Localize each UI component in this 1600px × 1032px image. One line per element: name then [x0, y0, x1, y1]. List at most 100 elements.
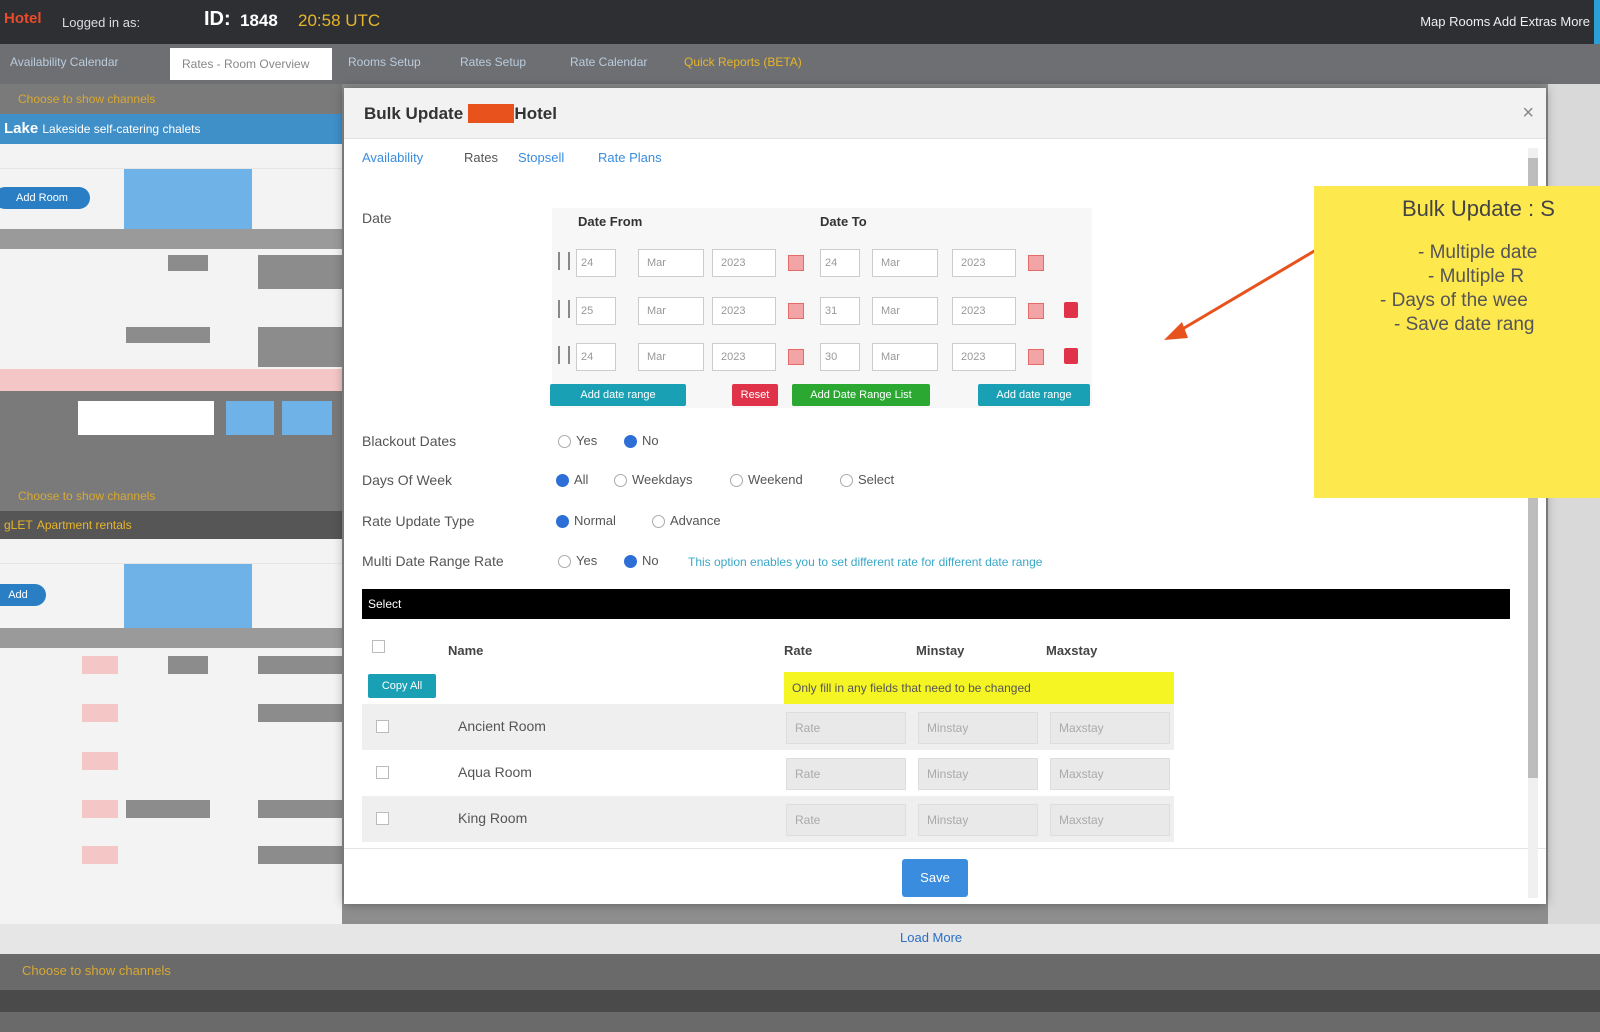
calendar-icon[interactable] — [1028, 303, 1044, 319]
filter-row — [0, 391, 342, 489]
from-day-select[interactable]: 25 — [576, 297, 616, 325]
rate-input[interactable]: Rate — [786, 758, 906, 790]
row-checkbox[interactable] — [376, 720, 389, 733]
from-month-select[interactable]: Mar — [638, 343, 704, 371]
calendar-icon[interactable] — [788, 255, 804, 271]
reset-button[interactable]: Reset — [732, 384, 778, 406]
dow-weekdays-radio[interactable] — [614, 474, 627, 487]
maxstay-input[interactable]: Maxstay — [1050, 804, 1170, 836]
rate-update-type-label: Rate Update Type — [362, 513, 475, 529]
dow-all-radio[interactable] — [556, 474, 569, 487]
calendar-icon[interactable] — [1028, 349, 1044, 365]
calendar-icon[interactable] — [1028, 255, 1044, 271]
filter-select[interactable] — [78, 401, 214, 435]
to-year-select[interactable]: 2023 — [952, 297, 1016, 325]
to-day-select[interactable]: 24 — [820, 249, 860, 277]
tab-rooms-setup[interactable]: Rooms Setup — [348, 55, 421, 69]
grid-cell — [82, 752, 118, 770]
rate-normal-radio[interactable] — [556, 515, 569, 528]
modal-title-prefix: Bulk Update — [364, 104, 464, 123]
blackout-yes-label: Yes — [576, 433, 598, 448]
table-row — [0, 144, 342, 169]
row-checkbox[interactable] — [376, 812, 389, 825]
maxstay-input[interactable]: Maxstay — [1050, 758, 1170, 790]
tab-rates[interactable]: Rates — [464, 150, 498, 165]
from-day-select[interactable]: 24 — [576, 249, 616, 277]
add-room-button[interactable]: Add Room — [0, 187, 90, 209]
id-label: ID: — [204, 8, 231, 30]
tab-availability-calendar[interactable]: Availability Calendar — [10, 55, 119, 69]
add-date-range-button-2[interactable]: Add date range — [978, 384, 1090, 406]
select-all-checkbox[interactable] — [372, 640, 385, 653]
tab-quick-reports[interactable]: Quick Reports (BETA) — [684, 55, 802, 69]
minstay-input[interactable]: Minstay — [918, 712, 1038, 744]
to-month-select[interactable]: Mar — [872, 297, 938, 325]
callout-item: - Multiple R — [1428, 266, 1525, 287]
blackout-no-radio[interactable] — [624, 435, 637, 448]
rate-input[interactable]: Rate — [786, 712, 906, 744]
multi-no-radio[interactable] — [624, 555, 637, 568]
property-title: gLET Apartment rentals — [0, 511, 342, 539]
user-links[interactable]: Map Rooms Add Extras More — [1420, 14, 1590, 29]
from-month-select[interactable]: Mar — [638, 297, 704, 325]
filter-button[interactable] — [282, 401, 332, 435]
room-name: Ancient Room — [458, 718, 546, 734]
add-date-range-button[interactable]: Add date range — [550, 384, 686, 406]
copy-all-button[interactable]: Copy All — [368, 674, 436, 698]
brand-logo[interactable]: Hotel — [4, 10, 42, 27]
to-year-select[interactable]: 2023 — [952, 249, 1016, 277]
load-more-link[interactable]: Load More — [900, 930, 962, 945]
to-month-select[interactable]: Mar — [872, 249, 938, 277]
minstay-input[interactable]: Minstay — [918, 758, 1038, 790]
tab-rates-setup[interactable]: Rates Setup — [460, 55, 526, 69]
drag-handle-icon[interactable] — [558, 252, 570, 270]
calendar-icon[interactable] — [788, 303, 804, 319]
dow-weekend-radio[interactable] — [730, 474, 743, 487]
rate-advance-radio[interactable] — [652, 515, 665, 528]
top-navbar: Hotel Logged in as: ID: 1848 20:58 UTC M… — [0, 0, 1600, 44]
tab-rate-calendar[interactable]: Rate Calendar — [570, 55, 647, 69]
to-year-select[interactable]: 2023 — [952, 343, 1016, 371]
from-year-select[interactable]: 2023 — [712, 343, 776, 371]
add-date-range-list-button[interactable]: Add Date Range List — [792, 384, 930, 406]
to-day-select[interactable]: 30 — [820, 343, 860, 371]
to-day-select[interactable]: 31 — [820, 297, 860, 325]
tab-rates-overview[interactable]: Rates - Room Overview — [170, 48, 332, 80]
minstay-input[interactable]: Minstay — [918, 804, 1038, 836]
calendar-icon[interactable] — [788, 349, 804, 365]
column-header-maxstay: Maxstay — [1046, 643, 1098, 658]
modal-title-suffix: Hotel — [514, 104, 557, 123]
from-day-select[interactable]: 24 — [576, 343, 616, 371]
blackout-yes-radio[interactable] — [558, 435, 571, 448]
maxstay-input[interactable]: Maxstay — [1050, 712, 1170, 744]
property-controls: Add Room — [0, 169, 342, 229]
rate-update-note: Only fill in any fields that need to be … — [784, 672, 1174, 704]
tab-availability[interactable]: Availability — [362, 150, 423, 165]
room-name: Aqua Room — [458, 764, 532, 780]
to-month-select[interactable]: Mar — [872, 343, 938, 371]
from-month-select[interactable]: Mar — [638, 249, 704, 277]
annotation-arrow-icon — [1164, 248, 1317, 340]
drag-handle-icon[interactable] — [558, 300, 570, 318]
drag-handle-icon[interactable] — [558, 346, 570, 364]
date-to-header: Date To — [820, 214, 867, 229]
filter-button[interactable] — [226, 401, 274, 435]
bottom-strip — [0, 990, 1600, 1012]
column-header-minstay: Minstay — [916, 643, 965, 658]
from-year-select[interactable]: 2023 — [712, 249, 776, 277]
channel-toggle-bar[interactable]: Choose to show channels — [0, 84, 342, 114]
callout-title: Bulk Update : S — [1402, 196, 1555, 221]
tab-rate-plans[interactable]: Rate Plans — [598, 150, 662, 165]
dow-select-radio[interactable] — [840, 474, 853, 487]
from-year-select[interactable]: 2023 — [712, 297, 776, 325]
row-checkbox[interactable] — [376, 766, 389, 779]
channel-toggle-bar[interactable]: Choose to show channels — [22, 963, 171, 978]
save-button[interactable]: Save — [902, 859, 968, 897]
rate-input[interactable]: Rate — [786, 804, 906, 836]
trash-icon[interactable] — [1064, 302, 1078, 318]
multi-yes-radio[interactable] — [558, 555, 571, 568]
trash-icon[interactable] — [1064, 348, 1078, 364]
tab-stopsell[interactable]: Stopsell — [518, 150, 564, 165]
add-room-button[interactable]: Add — [0, 584, 46, 606]
close-icon[interactable]: × — [1522, 102, 1534, 125]
